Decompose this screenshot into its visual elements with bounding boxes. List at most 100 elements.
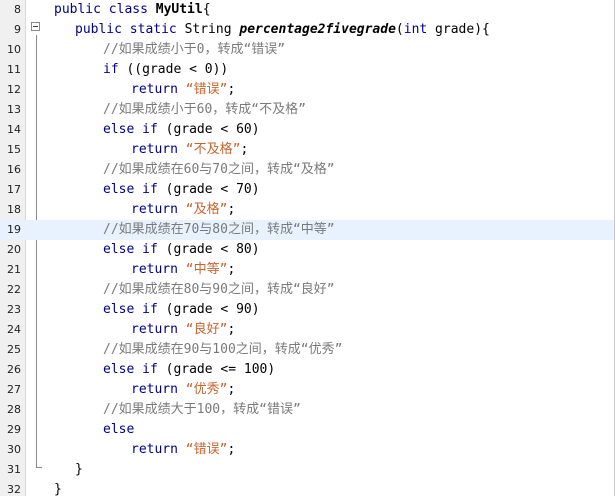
code-token: ; xyxy=(227,202,236,217)
code-token: //如果成绩在90与100之间，转成“优秀” xyxy=(103,342,343,357)
code-text: return “错误”; xyxy=(131,82,235,98)
code-token: } xyxy=(75,462,83,477)
code-line[interactable]: 26 else if (grade <= 100) xyxy=(0,360,614,380)
code-token: public class xyxy=(54,2,156,17)
code-text: else if (grade < 90) xyxy=(103,302,260,318)
code-token: ; xyxy=(240,142,249,157)
code-token: ; xyxy=(227,382,236,397)
line-number: 22 xyxy=(7,283,21,296)
code-line[interactable]: 32} xyxy=(0,480,614,500)
code-line[interactable]: 25 //如果成绩在90与100之间，转成“优秀” xyxy=(0,340,614,360)
code-token: ; xyxy=(227,82,236,97)
code-text: //如果成绩在60与70之间，转成“及格” xyxy=(103,162,335,178)
code-token: ; xyxy=(227,322,236,337)
code-text: } xyxy=(75,462,83,478)
code-token: percentage2fivegrade xyxy=(239,22,396,37)
code-line[interactable]: 23 else if (grade < 90) xyxy=(0,300,614,320)
code-token: else if xyxy=(103,182,158,197)
code-token: “错误” xyxy=(185,442,228,457)
code-text: if ((grade < 0)) xyxy=(103,62,228,78)
code-line[interactable]: 9 public static String percentage2fivegra… xyxy=(0,20,614,40)
code-token: else xyxy=(103,422,135,437)
code-line[interactable]: 14 else if (grade < 60) xyxy=(0,120,614,140)
code-line[interactable]: 20 else if (grade < 80) xyxy=(0,240,614,260)
code-token: “错误” xyxy=(185,82,228,97)
code-line[interactable]: 12 return “错误”; xyxy=(0,80,614,100)
code-token: (grade < 60) xyxy=(157,122,260,137)
code-line[interactable]: 22 //如果成绩在80与90之间，转成“良好” xyxy=(0,280,614,300)
code-line[interactable]: 11 if ((grade < 0)) xyxy=(0,60,614,80)
code-token: int xyxy=(403,22,428,37)
code-line[interactable]: 10 //如果成绩小于0，转成“错误” xyxy=(0,40,614,60)
code-line[interactable]: 30 return “错误”; xyxy=(0,440,614,460)
code-token: { xyxy=(202,2,211,17)
code-line[interactable]: 24 return “良好”; xyxy=(0,320,614,340)
code-text: return “优秀”; xyxy=(131,382,235,398)
code-token: “不及格” xyxy=(185,142,241,157)
code-token: return xyxy=(131,382,186,397)
line-number: 18 xyxy=(7,203,21,216)
line-number: 17 xyxy=(7,183,21,196)
code-token: “及格” xyxy=(185,202,228,217)
code-line[interactable]: 21 return “中等”; xyxy=(0,260,614,280)
line-number: 12 xyxy=(7,83,21,96)
code-line[interactable]: 19 //如果成绩在70与80之间，转成“中等” xyxy=(0,220,614,240)
code-line[interactable]: 13 //如果成绩小于60，转成“不及格” xyxy=(0,100,614,120)
code-text: return “不及格”; xyxy=(131,142,248,158)
code-token: return xyxy=(131,262,186,277)
code-text: else if (grade < 80) xyxy=(103,242,260,258)
code-token: else if xyxy=(103,302,158,317)
code-token: } xyxy=(54,482,62,497)
code-token: return xyxy=(131,442,186,457)
code-text: public static String percentage2fivegrad… xyxy=(75,22,490,38)
code-text: //如果成绩在70与80之间，转成“中等” xyxy=(103,222,335,238)
code-line[interactable]: 27 return “优秀”; xyxy=(0,380,614,400)
line-number: 24 xyxy=(7,323,21,336)
code-editor[interactable]: 8 public class MyUtil{ 9 public static Stri… xyxy=(0,0,615,497)
code-text: //如果成绩在80与90之间，转成“良好” xyxy=(103,282,335,298)
line-number: 13 xyxy=(7,103,21,116)
code-token: return xyxy=(131,142,186,157)
code-token: //如果成绩在80与90之间，转成“良好” xyxy=(103,282,335,297)
code-text: else if (grade < 60) xyxy=(103,122,260,138)
code-line[interactable]: 17 else if (grade < 70) xyxy=(0,180,614,200)
line-number: 26 xyxy=(7,363,21,376)
code-text: else if (grade <= 100) xyxy=(103,362,275,378)
code-text: return “错误”; xyxy=(131,442,235,458)
code-token: (grade < 80) xyxy=(157,242,260,257)
code-token: //如果成绩小于60，转成“不及格” xyxy=(103,102,306,117)
code-token: //如果成绩在70与80之间，转成“中等” xyxy=(103,222,335,237)
code-token: ; xyxy=(227,262,236,277)
line-number: 29 xyxy=(7,423,21,436)
code-text: //如果成绩小于0，转成“错误” xyxy=(103,42,285,58)
code-token: ((grade < 0)) xyxy=(118,62,229,77)
code-token: “良好” xyxy=(185,322,228,337)
code-token: //如果成绩小于0，转成“错误” xyxy=(103,42,286,57)
code-token: “中等” xyxy=(185,262,228,277)
line-number: 19 xyxy=(7,223,21,236)
code-token: //如果成绩大于100，转成“错误” xyxy=(103,402,301,417)
line-number: 21 xyxy=(7,263,21,276)
code-line[interactable]: 16 //如果成绩在60与70之间，转成“及格” xyxy=(0,160,614,180)
code-text: //如果成绩大于100，转成“错误” xyxy=(103,402,301,418)
code-text: else if (grade < 70) xyxy=(103,182,260,198)
code-token: if xyxy=(103,62,119,77)
code-token: grade){ xyxy=(427,22,490,37)
code-line[interactable]: 8 public class MyUtil{ xyxy=(0,0,614,20)
line-number: 10 xyxy=(7,43,21,56)
line-number: 23 xyxy=(7,303,21,316)
code-text: return “及格”; xyxy=(131,202,235,218)
code-token: else if xyxy=(103,122,158,137)
code-token: MyUtil xyxy=(155,2,203,17)
code-line[interactable]: 29 else xyxy=(0,420,614,440)
code-line[interactable]: 15 return “不及格”; xyxy=(0,140,614,160)
line-number: 20 xyxy=(7,243,21,256)
line-number: 27 xyxy=(7,383,21,396)
code-line[interactable]: 31} xyxy=(0,460,614,480)
line-number: 9 xyxy=(14,23,21,36)
code-token: else if xyxy=(103,362,158,377)
code-text: return “中等”; xyxy=(131,262,235,278)
code-line[interactable]: 28 //如果成绩大于100，转成“错误” xyxy=(0,400,614,420)
code-line[interactable]: 18 return “及格”; xyxy=(0,200,614,220)
code-token: public static xyxy=(75,22,185,37)
